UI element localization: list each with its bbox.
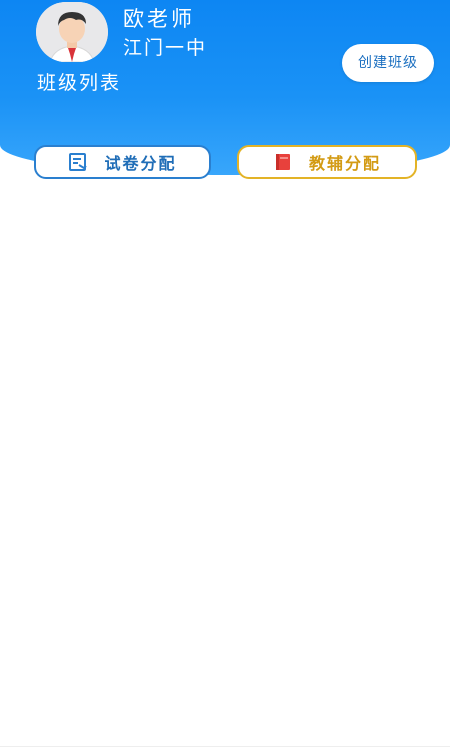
aux-assign-button[interactable]: 教辅分配: [237, 145, 417, 179]
paper-assign-label: 试卷分配: [104, 154, 177, 173]
aux-assign-label: 教辅分配: [308, 154, 381, 173]
paper-assign-button[interactable]: 试卷分配: [34, 145, 211, 179]
teacher-name: 欧老师: [123, 7, 195, 31]
teacher-avatar-icon[interactable]: [36, 2, 108, 62]
class-list-title: 班级列表: [37, 72, 122, 94]
red-book-icon: [273, 152, 293, 172]
class-management-screen: 欧老师 江门一中 班级列表 创建班级 试卷分配 教辅分配: [0, 0, 450, 750]
class-list-area: [0, 190, 450, 746]
school-name: 江门一中: [123, 37, 208, 59]
create-class-button[interactable]: 创建班级: [342, 44, 434, 82]
bottom-divider: [0, 746, 450, 747]
document-edit-icon: [68, 152, 88, 172]
